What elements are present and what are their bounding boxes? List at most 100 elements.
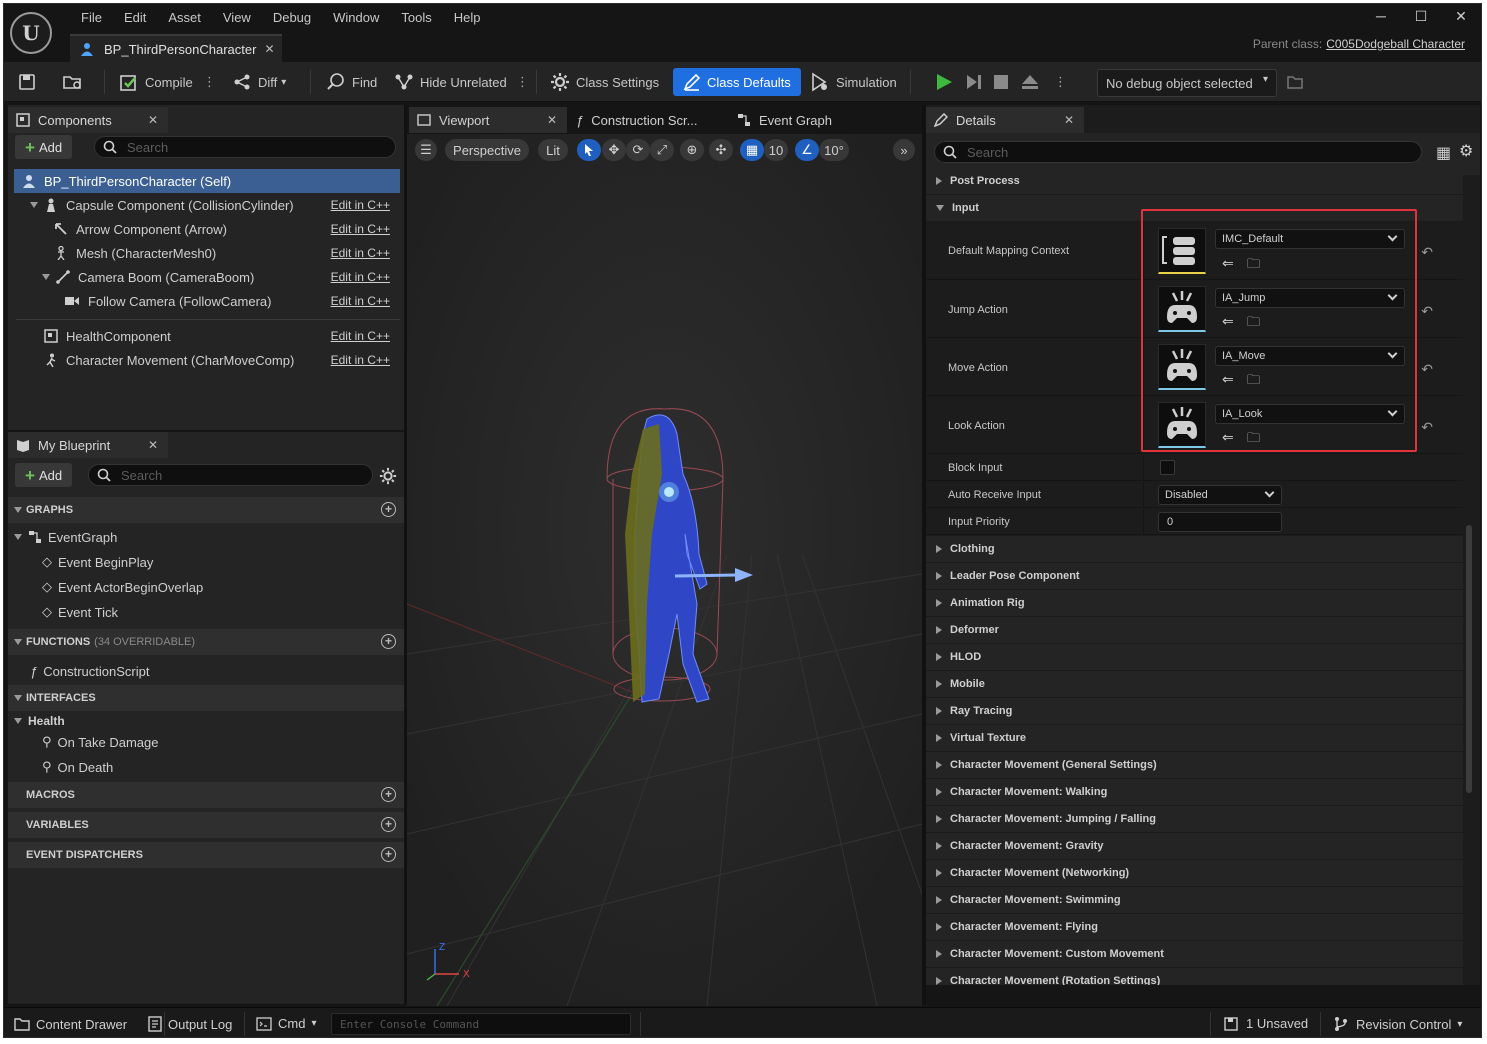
- event-dispatchers-section-header[interactable]: EVENT DISPATCHERS +: [8, 842, 404, 868]
- document-tab[interactable]: BP_ThirdPersonCharacter ✕: [70, 34, 282, 62]
- class-defaults-button[interactable]: Class Defaults: [673, 68, 801, 96]
- table-view-icon[interactable]: ▦: [1436, 143, 1451, 163]
- category-row[interactable]: HLOD: [926, 644, 1463, 671]
- compile-button[interactable]: Compile: [119, 68, 193, 96]
- reset-to-default-icon[interactable]: ↶: [1421, 419, 1433, 436]
- edit-in-cpp-link[interactable]: Edit in C++: [331, 294, 390, 308]
- component-row-capsule[interactable]: Capsule Component (CollisionCylinder) Ed…: [30, 193, 400, 217]
- debug-browse-icon[interactable]: [1286, 68, 1310, 96]
- event-graph-item[interactable]: EventGraph: [14, 525, 394, 549]
- input-priority-field[interactable]: 0: [1158, 512, 1282, 532]
- class-settings-button[interactable]: Class Settings: [550, 68, 659, 96]
- use-selected-icon[interactable]: ⇐: [1222, 313, 1234, 330]
- rotate-icon[interactable]: ⟳: [626, 139, 650, 161]
- construction-script-tab[interactable]: ƒ Construction Scr...: [576, 107, 726, 133]
- menu-tools[interactable]: Tools: [390, 7, 442, 29]
- look-action-combo[interactable]: IA_Look: [1215, 404, 1405, 424]
- browse-icon[interactable]: [62, 68, 90, 96]
- more-options-icon[interactable]: »: [893, 139, 915, 161]
- details-tab[interactable]: Details ✕: [926, 107, 1084, 133]
- world-space-icon[interactable]: ⊕: [680, 139, 704, 161]
- category-post-process[interactable]: Post Process: [926, 168, 1463, 195]
- event-item[interactable]: ◇ Event ActorBeginOverlap: [42, 575, 392, 599]
- browse-asset-icon[interactable]: 🗀: [1247, 371, 1260, 393]
- save-icon[interactable]: [18, 68, 42, 96]
- settings-gear-icon[interactable]: [379, 467, 397, 488]
- event-graph-tab[interactable]: Event Graph: [737, 107, 887, 133]
- menu-window[interactable]: Window: [322, 7, 390, 29]
- category-row[interactable]: Character Movement: Swimming: [926, 887, 1463, 914]
- menu-help[interactable]: Help: [443, 7, 492, 29]
- menu-debug[interactable]: Debug: [262, 7, 322, 29]
- component-row-follow-camera[interactable]: Follow Camera (FollowCamera) Edit in C++: [64, 289, 400, 313]
- category-row[interactable]: Character Movement: Custom Movement: [926, 941, 1463, 968]
- viewport-3d[interactable]: Z X ☰ Perspective Lit ✥ ⟳ ⤢ ⊕ ✣ ▦ 10 ∠ 1…: [407, 134, 922, 1006]
- interfaces-section-header[interactable]: INTERFACES: [8, 685, 404, 711]
- menu-asset[interactable]: Asset: [157, 7, 212, 29]
- category-row[interactable]: Ray Tracing: [926, 698, 1463, 725]
- menu-file[interactable]: File: [70, 7, 113, 29]
- auto-receive-input-combo[interactable]: Disabled: [1158, 485, 1282, 505]
- look-action-thumbnail[interactable]: [1158, 402, 1206, 448]
- event-item[interactable]: ◇ Event Tick: [42, 600, 392, 624]
- jump-action-combo[interactable]: IA_Jump: [1215, 288, 1405, 308]
- grid-snap-icon[interactable]: ▦: [740, 139, 764, 161]
- translate-icon[interactable]: ✥: [602, 139, 626, 161]
- reset-to-default-icon[interactable]: ↶: [1421, 303, 1433, 320]
- component-row-mesh[interactable]: Mesh (CharacterMesh0) Edit in C++: [54, 241, 400, 265]
- find-button[interactable]: Find: [326, 68, 377, 96]
- add-event-dispatcher-icon[interactable]: +: [381, 847, 396, 862]
- mapping-context-combo[interactable]: IMC_Default: [1215, 229, 1405, 249]
- category-input[interactable]: Input: [926, 195, 1463, 222]
- functions-section-header[interactable]: FUNCTIONS (34 OVERRIDABLE) +: [8, 629, 404, 655]
- debug-object-select[interactable]: No debug object selected ▾: [1097, 69, 1277, 97]
- menu-edit[interactable]: Edit: [113, 7, 157, 29]
- add-component-button[interactable]: + Add: [15, 135, 73, 159]
- category-row[interactable]: Leader Pose Component: [926, 563, 1463, 590]
- mapping-context-thumbnail[interactable]: [1158, 228, 1206, 274]
- component-row-health[interactable]: HealthComponent Edit in C++: [44, 324, 400, 348]
- grid-snap-value[interactable]: 10: [764, 139, 788, 161]
- category-row[interactable]: Character Movement (Rotation Settings): [926, 968, 1463, 985]
- expand-icon[interactable]: [14, 534, 22, 540]
- reset-to-default-icon[interactable]: ↶: [1421, 244, 1433, 261]
- browse-asset-icon[interactable]: 🗀: [1247, 313, 1260, 335]
- revision-control-button[interactable]: Revision Control ▾: [1334, 1016, 1462, 1032]
- play-icon[interactable]: [934, 68, 960, 96]
- edit-in-cpp-link[interactable]: Edit in C++: [331, 198, 390, 212]
- component-row-character-movement[interactable]: Character Movement (CharMoveComp) Edit i…: [44, 348, 400, 372]
- my-blueprint-tab[interactable]: My Blueprint ✕: [8, 432, 168, 458]
- move-action-combo[interactable]: IA_Move: [1215, 346, 1405, 366]
- event-item[interactable]: ◇ Event BeginPlay: [42, 550, 392, 574]
- hide-options-icon[interactable]: ⋮: [516, 68, 529, 96]
- content-drawer-button[interactable]: Content Drawer: [14, 1016, 127, 1032]
- category-row[interactable]: Character Movement (Networking): [926, 860, 1463, 887]
- compile-options-icon[interactable]: ⋮: [203, 68, 216, 96]
- edit-in-cpp-link[interactable]: Edit in C++: [331, 329, 390, 343]
- use-selected-icon[interactable]: ⇐: [1222, 371, 1234, 388]
- hide-unrelated-button[interactable]: Hide Unrelated: [394, 68, 507, 96]
- maximize-icon[interactable]: ☐: [1401, 4, 1441, 28]
- eject-icon[interactable]: [1020, 68, 1046, 96]
- edit-in-cpp-link[interactable]: Edit in C++: [331, 353, 390, 367]
- output-log-button[interactable]: Output Log: [148, 1016, 232, 1032]
- rotation-snap-value[interactable]: 10°: [819, 139, 849, 161]
- category-row[interactable]: Clothing: [926, 536, 1463, 563]
- close-tab-icon[interactable]: ✕: [547, 113, 557, 127]
- add-graph-icon[interactable]: +: [381, 502, 396, 517]
- category-row[interactable]: Mobile: [926, 671, 1463, 698]
- component-row-self[interactable]: BP_ThirdPersonCharacter (Self): [14, 169, 400, 193]
- move-action-thumbnail[interactable]: [1158, 344, 1206, 390]
- interface-function-item[interactable]: ⚲ On Death: [42, 755, 392, 779]
- close-tab-icon[interactable]: ✕: [1064, 113, 1074, 127]
- lit-button[interactable]: Lit: [538, 139, 568, 161]
- diff-button[interactable]: Diff ▾: [232, 68, 286, 96]
- edit-in-cpp-link[interactable]: Edit in C++: [331, 246, 390, 260]
- browse-asset-icon[interactable]: 🗀: [1247, 429, 1260, 451]
- viewport-tab[interactable]: Viewport ✕: [409, 107, 567, 133]
- category-row[interactable]: Character Movement: Walking: [926, 779, 1463, 806]
- simulation-button[interactable]: Simulation: [810, 68, 897, 96]
- category-row[interactable]: Character Movement (General Settings): [926, 752, 1463, 779]
- graphs-section-header[interactable]: GRAPHS +: [8, 497, 404, 523]
- surface-snap-icon[interactable]: ✣: [709, 139, 733, 161]
